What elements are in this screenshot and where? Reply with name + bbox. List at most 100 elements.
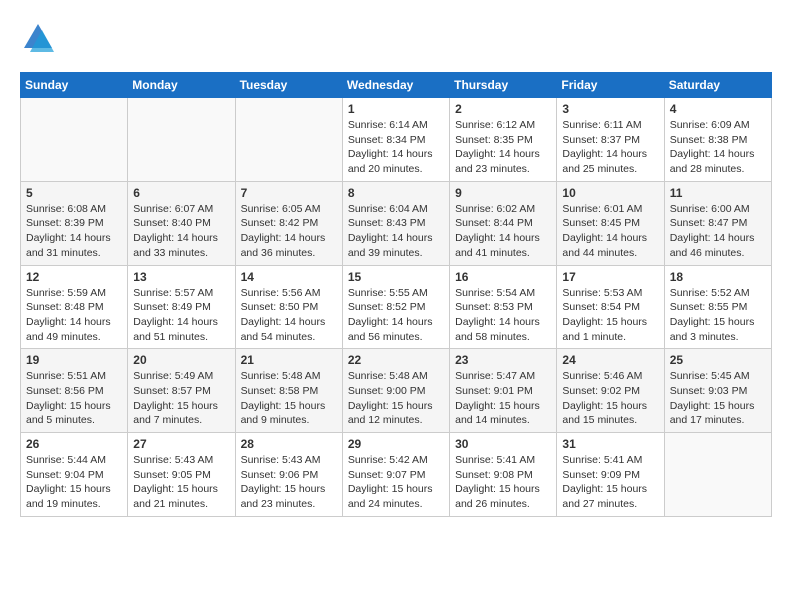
day-number: 6 xyxy=(133,186,229,200)
day-number: 8 xyxy=(348,186,444,200)
weekday-header: Saturday xyxy=(664,73,771,98)
calendar-cell: 10 Sunrise: 6:01 AM Sunset: 8:45 PM Dayl… xyxy=(557,181,664,265)
weekday-header: Friday xyxy=(557,73,664,98)
cell-content: Sunrise: 5:42 AM Sunset: 9:07 PM Dayligh… xyxy=(348,453,444,512)
weekday-header: Sunday xyxy=(21,73,128,98)
day-number: 19 xyxy=(26,353,122,367)
day-number: 16 xyxy=(455,270,551,284)
calendar-cell: 24 Sunrise: 5:46 AM Sunset: 9:02 PM Dayl… xyxy=(557,349,664,433)
weekday-header: Wednesday xyxy=(342,73,449,98)
day-number: 15 xyxy=(348,270,444,284)
cell-content: Sunrise: 6:01 AM Sunset: 8:45 PM Dayligh… xyxy=(562,202,658,261)
day-number: 3 xyxy=(562,102,658,116)
cell-content: Sunrise: 5:51 AM Sunset: 8:56 PM Dayligh… xyxy=(26,369,122,428)
cell-content: Sunrise: 6:05 AM Sunset: 8:42 PM Dayligh… xyxy=(241,202,337,261)
calendar-week-row: 12 Sunrise: 5:59 AM Sunset: 8:48 PM Dayl… xyxy=(21,265,772,349)
calendar-cell xyxy=(128,98,235,182)
cell-content: Sunrise: 6:02 AM Sunset: 8:44 PM Dayligh… xyxy=(455,202,551,261)
calendar-week-row: 19 Sunrise: 5:51 AM Sunset: 8:56 PM Dayl… xyxy=(21,349,772,433)
cell-content: Sunrise: 5:43 AM Sunset: 9:06 PM Dayligh… xyxy=(241,453,337,512)
calendar-cell: 11 Sunrise: 6:00 AM Sunset: 8:47 PM Dayl… xyxy=(664,181,771,265)
weekday-header-row: SundayMondayTuesdayWednesdayThursdayFrid… xyxy=(21,73,772,98)
cell-content: Sunrise: 6:11 AM Sunset: 8:37 PM Dayligh… xyxy=(562,118,658,177)
calendar-cell: 17 Sunrise: 5:53 AM Sunset: 8:54 PM Dayl… xyxy=(557,265,664,349)
weekday-header: Thursday xyxy=(450,73,557,98)
cell-content: Sunrise: 6:12 AM Sunset: 8:35 PM Dayligh… xyxy=(455,118,551,177)
calendar-cell: 18 Sunrise: 5:52 AM Sunset: 8:55 PM Dayl… xyxy=(664,265,771,349)
day-number: 29 xyxy=(348,437,444,451)
calendar-cell: 9 Sunrise: 6:02 AM Sunset: 8:44 PM Dayli… xyxy=(450,181,557,265)
cell-content: Sunrise: 5:45 AM Sunset: 9:03 PM Dayligh… xyxy=(670,369,766,428)
cell-content: Sunrise: 5:53 AM Sunset: 8:54 PM Dayligh… xyxy=(562,286,658,345)
cell-content: Sunrise: 5:47 AM Sunset: 9:01 PM Dayligh… xyxy=(455,369,551,428)
page-header xyxy=(20,20,772,56)
calendar-week-row: 5 Sunrise: 6:08 AM Sunset: 8:39 PM Dayli… xyxy=(21,181,772,265)
cell-content: Sunrise: 6:14 AM Sunset: 8:34 PM Dayligh… xyxy=(348,118,444,177)
calendar-cell: 6 Sunrise: 6:07 AM Sunset: 8:40 PM Dayli… xyxy=(128,181,235,265)
calendar-cell: 27 Sunrise: 5:43 AM Sunset: 9:05 PM Dayl… xyxy=(128,433,235,517)
logo-icon xyxy=(20,20,56,56)
calendar-cell: 14 Sunrise: 5:56 AM Sunset: 8:50 PM Dayl… xyxy=(235,265,342,349)
calendar-cell: 23 Sunrise: 5:47 AM Sunset: 9:01 PM Dayl… xyxy=(450,349,557,433)
day-number: 30 xyxy=(455,437,551,451)
day-number: 22 xyxy=(348,353,444,367)
cell-content: Sunrise: 6:00 AM Sunset: 8:47 PM Dayligh… xyxy=(670,202,766,261)
calendar-cell: 5 Sunrise: 6:08 AM Sunset: 8:39 PM Dayli… xyxy=(21,181,128,265)
calendar-cell: 1 Sunrise: 6:14 AM Sunset: 8:34 PM Dayli… xyxy=(342,98,449,182)
day-number: 2 xyxy=(455,102,551,116)
day-number: 26 xyxy=(26,437,122,451)
calendar-cell xyxy=(235,98,342,182)
cell-content: Sunrise: 5:43 AM Sunset: 9:05 PM Dayligh… xyxy=(133,453,229,512)
day-number: 4 xyxy=(670,102,766,116)
calendar-cell: 12 Sunrise: 5:59 AM Sunset: 8:48 PM Dayl… xyxy=(21,265,128,349)
cell-content: Sunrise: 5:54 AM Sunset: 8:53 PM Dayligh… xyxy=(455,286,551,345)
day-number: 5 xyxy=(26,186,122,200)
weekday-header: Tuesday xyxy=(235,73,342,98)
calendar-cell: 30 Sunrise: 5:41 AM Sunset: 9:08 PM Dayl… xyxy=(450,433,557,517)
day-number: 23 xyxy=(455,353,551,367)
calendar-cell: 7 Sunrise: 6:05 AM Sunset: 8:42 PM Dayli… xyxy=(235,181,342,265)
cell-content: Sunrise: 5:55 AM Sunset: 8:52 PM Dayligh… xyxy=(348,286,444,345)
calendar-cell xyxy=(664,433,771,517)
calendar-week-row: 1 Sunrise: 6:14 AM Sunset: 8:34 PM Dayli… xyxy=(21,98,772,182)
cell-content: Sunrise: 6:08 AM Sunset: 8:39 PM Dayligh… xyxy=(26,202,122,261)
day-number: 9 xyxy=(455,186,551,200)
calendar-cell: 20 Sunrise: 5:49 AM Sunset: 8:57 PM Dayl… xyxy=(128,349,235,433)
weekday-header: Monday xyxy=(128,73,235,98)
cell-content: Sunrise: 5:59 AM Sunset: 8:48 PM Dayligh… xyxy=(26,286,122,345)
calendar-cell: 8 Sunrise: 6:04 AM Sunset: 8:43 PM Dayli… xyxy=(342,181,449,265)
cell-content: Sunrise: 5:44 AM Sunset: 9:04 PM Dayligh… xyxy=(26,453,122,512)
day-number: 17 xyxy=(562,270,658,284)
calendar-cell: 29 Sunrise: 5:42 AM Sunset: 9:07 PM Dayl… xyxy=(342,433,449,517)
cell-content: Sunrise: 5:41 AM Sunset: 9:08 PM Dayligh… xyxy=(455,453,551,512)
cell-content: Sunrise: 5:48 AM Sunset: 8:58 PM Dayligh… xyxy=(241,369,337,428)
cell-content: Sunrise: 6:04 AM Sunset: 8:43 PM Dayligh… xyxy=(348,202,444,261)
calendar-cell: 19 Sunrise: 5:51 AM Sunset: 8:56 PM Dayl… xyxy=(21,349,128,433)
day-number: 21 xyxy=(241,353,337,367)
calendar-cell: 3 Sunrise: 6:11 AM Sunset: 8:37 PM Dayli… xyxy=(557,98,664,182)
day-number: 24 xyxy=(562,353,658,367)
cell-content: Sunrise: 5:52 AM Sunset: 8:55 PM Dayligh… xyxy=(670,286,766,345)
calendar-cell: 15 Sunrise: 5:55 AM Sunset: 8:52 PM Dayl… xyxy=(342,265,449,349)
calendar-table: SundayMondayTuesdayWednesdayThursdayFrid… xyxy=(20,72,772,517)
cell-content: Sunrise: 5:48 AM Sunset: 9:00 PM Dayligh… xyxy=(348,369,444,428)
day-number: 10 xyxy=(562,186,658,200)
cell-content: Sunrise: 5:56 AM Sunset: 8:50 PM Dayligh… xyxy=(241,286,337,345)
calendar-cell: 4 Sunrise: 6:09 AM Sunset: 8:38 PM Dayli… xyxy=(664,98,771,182)
calendar-cell: 28 Sunrise: 5:43 AM Sunset: 9:06 PM Dayl… xyxy=(235,433,342,517)
calendar-cell xyxy=(21,98,128,182)
day-number: 27 xyxy=(133,437,229,451)
calendar-cell: 31 Sunrise: 5:41 AM Sunset: 9:09 PM Dayl… xyxy=(557,433,664,517)
day-number: 1 xyxy=(348,102,444,116)
cell-content: Sunrise: 5:57 AM Sunset: 8:49 PM Dayligh… xyxy=(133,286,229,345)
calendar-cell: 16 Sunrise: 5:54 AM Sunset: 8:53 PM Dayl… xyxy=(450,265,557,349)
cell-content: Sunrise: 5:49 AM Sunset: 8:57 PM Dayligh… xyxy=(133,369,229,428)
calendar-cell: 26 Sunrise: 5:44 AM Sunset: 9:04 PM Dayl… xyxy=(21,433,128,517)
cell-content: Sunrise: 5:46 AM Sunset: 9:02 PM Dayligh… xyxy=(562,369,658,428)
calendar-week-row: 26 Sunrise: 5:44 AM Sunset: 9:04 PM Dayl… xyxy=(21,433,772,517)
day-number: 20 xyxy=(133,353,229,367)
day-number: 7 xyxy=(241,186,337,200)
day-number: 18 xyxy=(670,270,766,284)
day-number: 25 xyxy=(670,353,766,367)
calendar-cell: 21 Sunrise: 5:48 AM Sunset: 8:58 PM Dayl… xyxy=(235,349,342,433)
